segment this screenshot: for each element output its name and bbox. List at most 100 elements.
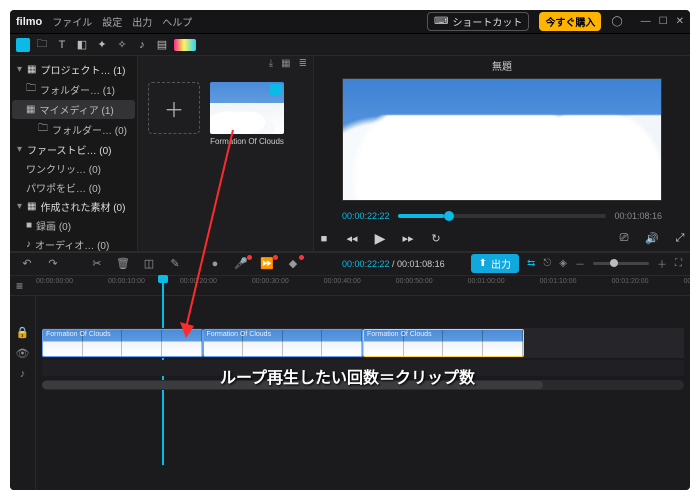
zoom-slider[interactable] <box>593 262 649 265</box>
ruler-tick: 00:01:30:00 <box>683 278 690 285</box>
timeline-clip[interactable]: Formation Of Clouds <box>42 329 203 357</box>
delete-button[interactable]: 🗑 <box>114 255 132 273</box>
music-icon[interactable]: ♪ <box>134 37 150 53</box>
clip-badge-icon <box>270 84 282 96</box>
link-button[interactable]: ⎋ <box>543 258 551 269</box>
shortcut-button[interactable]: ⌨ ショートカット <box>427 12 529 31</box>
tree-label: 録画 (0) <box>36 218 71 233</box>
tree-label: ワンクリッ… (0) <box>26 161 101 176</box>
ruler-tick: 00:00:10:00 <box>108 278 145 285</box>
effects-icon[interactable]: ✦ <box>94 37 110 53</box>
timeline-clip[interactable]: Formation Of Clouds <box>203 329 364 357</box>
timeline-menu-icon[interactable]: ≡ <box>16 279 23 293</box>
lock-track-icon[interactable]: 🔒 <box>16 326 30 339</box>
redo-button[interactable]: ↷ <box>44 255 62 273</box>
clip-thumbnail[interactable] <box>210 82 284 134</box>
text-tool-icon[interactable]: T <box>54 37 70 53</box>
prev-frame-button[interactable]: ◂◂ <box>342 229 362 249</box>
tree-audio[interactable]: ♪ オーディオ… (0) <box>12 235 135 251</box>
ruler-tick: 00:00:50:00 <box>396 278 433 285</box>
sparkle-icon[interactable]: ✧ <box>114 37 130 53</box>
zoom-out-button[interactable]: － <box>575 256 585 271</box>
snapshot-button[interactable]: ⎚ <box>614 229 634 249</box>
preview-viewport[interactable] <box>342 78 662 201</box>
grid-icon: ▦ <box>27 201 36 212</box>
fullscreen-button[interactable]: ⤢ <box>670 229 690 249</box>
timeline-tc-current: 00:00:22:22 <box>342 259 390 269</box>
tree-firstview[interactable]: ▾ファーストビ… (0) <box>12 140 135 159</box>
clip-name: Formation Of Clouds <box>210 137 284 146</box>
color-grade-icon[interactable] <box>174 39 196 51</box>
cut-button[interactable]: ✂ <box>88 255 106 273</box>
tree-label: オーディオ… (0) <box>35 237 109 251</box>
audio-track[interactable] <box>42 360 684 376</box>
menu-settings[interactable]: 設定 <box>102 14 122 29</box>
zoom-fit-button[interactable]: ⛶ <box>675 258 682 269</box>
ruler-tick: 00:00:40:00 <box>324 278 361 285</box>
minimize-icon[interactable]: — <box>641 16 651 27</box>
media-clip[interactable]: Formation Of Clouds <box>210 82 284 146</box>
menu-file[interactable]: ファイル <box>52 14 92 29</box>
timeline-scrollbar[interactable] <box>42 380 684 390</box>
maximize-icon[interactable]: ☐ <box>659 16 668 27</box>
marker-tool-button[interactable]: ◈ <box>559 258 567 269</box>
list-view-icon[interactable]: ≣ <box>299 58 307 72</box>
mute-track-icon[interactable]: 👁 <box>16 347 30 360</box>
audio-icon: ♪ <box>26 239 31 250</box>
zoom-in-button[interactable]: ＋ <box>657 256 667 271</box>
project-sidebar: ▾▦プロジェクト… (1) 🗀 フォルダー… (1) ▦マイメディア (1) 🗀 フ… <box>10 56 138 251</box>
tree-label: ファーストビ… (0) <box>27 142 112 157</box>
tree-generated[interactable]: ▾▦作成された素材 (0) <box>12 197 135 216</box>
import-icon[interactable]: ⤓ <box>269 58 273 72</box>
media-tab-icon[interactable] <box>16 38 30 52</box>
add-media-button[interactable]: ＋ <box>148 82 200 134</box>
menu-output[interactable]: 出力 <box>132 14 152 29</box>
tree-label: フォルダー… (1) <box>40 82 115 97</box>
clip-label: Formation Of Clouds <box>367 331 432 338</box>
user-icon[interactable]: ◯ <box>611 16 622 27</box>
tree-folder-2[interactable]: 🗀 フォルダー… (0) <box>12 119 135 140</box>
folder-icon[interactable]: 🗀 <box>34 37 50 53</box>
tree-ppt[interactable]: パワポをビ… (0) <box>12 178 135 197</box>
voiceover-button[interactable]: 🎤 <box>232 255 250 273</box>
timeline-clip-selected[interactable]: Formation Of Clouds <box>363 329 524 357</box>
timeline-ruler[interactable]: ≡ 00:00:00:00 00:00:10:00 00:00:20:00 00… <box>10 276 690 296</box>
preview-panel: 無題 00:00:22:22 00:01:08:16 ■ ◂◂ ▶ ▸▸ ↻ ⎚… <box>314 56 690 251</box>
tree-folder-1[interactable]: 🗀 フォルダー… (1) <box>12 79 135 100</box>
template-icon[interactable]: ▤ <box>154 37 170 53</box>
loop-button[interactable]: ↻ <box>426 229 446 249</box>
play-button[interactable]: ▶ <box>370 229 390 249</box>
marker-button[interactable]: ✎ <box>166 255 184 273</box>
tree-oneclick[interactable]: ワンクリッ… (0) <box>12 159 135 178</box>
ruler-tick: 00:01:20:00 <box>612 278 649 285</box>
timeline-tc-total: 00:01:08:16 <box>397 259 445 269</box>
buy-now-button[interactable]: 今すぐ購入 <box>539 12 601 31</box>
export-button[interactable]: ⬆出力 <box>471 254 519 273</box>
snap-button[interactable]: ⇆ <box>527 258 535 269</box>
speed-button[interactable]: ⏩ <box>258 255 276 273</box>
folder-icon: 🗀 <box>26 81 36 98</box>
tree-recording[interactable]: ■録画 (0) <box>12 216 135 235</box>
stop-button[interactable]: ■ <box>314 229 334 249</box>
video-track[interactable]: Formation Of Clouds Formation Of Clouds … <box>42 328 684 358</box>
menu-help[interactable]: ヘルプ <box>162 14 192 29</box>
crop-button[interactable]: ◫ <box>140 255 158 273</box>
track-audio-icon[interactable]: ♪ <box>20 368 26 380</box>
preview-scrubber[interactable] <box>398 214 607 218</box>
timeline: 🔒 👁 ♪ Formation Of Clouds Formation Of C… <box>10 296 690 491</box>
transition-icon[interactable]: ◧ <box>74 37 90 53</box>
tree-label: フォルダー… (0) <box>52 122 127 137</box>
keyboard-icon: ⌨ <box>434 16 448 27</box>
tree-project[interactable]: ▾▦プロジェクト… (1) <box>12 60 135 79</box>
record-button[interactable]: ● <box>206 255 224 273</box>
keyframe-button[interactable]: ◆ <box>284 255 302 273</box>
ruler-tick: 00:01:10:00 <box>540 278 577 285</box>
close-icon[interactable]: ✕ <box>676 16 684 27</box>
grid-view-icon[interactable]: ▦ <box>281 58 290 72</box>
volume-button[interactable]: 🔊 <box>642 229 662 249</box>
next-frame-button[interactable]: ▸▸ <box>398 229 418 249</box>
export-label: 出力 <box>491 256 511 271</box>
undo-button[interactable]: ↶ <box>18 255 36 273</box>
folder-icon: 🗀 <box>38 121 48 138</box>
tree-my-media[interactable]: ▦マイメディア (1) <box>12 100 135 119</box>
